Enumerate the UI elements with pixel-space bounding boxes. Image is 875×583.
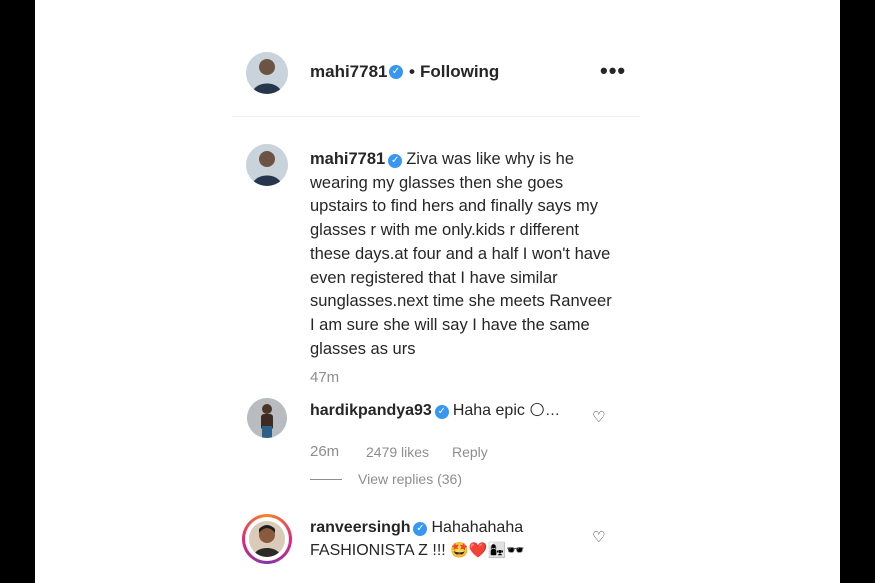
verified-badge-icon: ✓	[389, 65, 403, 79]
comment-username[interactable]: hardikpandya93	[310, 402, 432, 419]
comment-emoji: 🌕…	[529, 402, 560, 419]
comment-ranveersingh: ranveersingh ✓ Hahahahaha FASHIONISTA Z !!…	[310, 516, 580, 562]
comment-likes[interactable]: 2479 likes	[366, 444, 429, 460]
comment-avatar-ranveersingh[interactable]	[249, 521, 285, 557]
person-avatar-icon	[246, 144, 288, 186]
header-avatar[interactable]	[246, 52, 288, 94]
comment-timestamp[interactable]: 26m	[310, 443, 339, 460]
like-comment-heart-icon[interactable]: ♡	[592, 528, 605, 546]
view-replies-button[interactable]: View replies (36)	[358, 471, 462, 487]
header-separator: •	[409, 62, 415, 81]
header-username[interactable]: mahi7781	[310, 62, 388, 82]
header-divider	[232, 116, 640, 117]
right-letterbox	[840, 0, 875, 583]
comment-text: Haha epic	[452, 402, 525, 419]
verified-badge-icon: ✓	[388, 154, 403, 168]
following-button[interactable]: Following	[420, 62, 499, 82]
caption-avatar[interactable]	[246, 144, 288, 186]
verified-badge-icon: ✓	[413, 522, 428, 536]
person-avatar-icon	[246, 52, 288, 94]
person-avatar-icon	[247, 398, 287, 438]
caption-timestamp[interactable]: 47m	[310, 369, 339, 386]
comment-emoji: 🤩❤️👩‍👧🕶️	[450, 542, 525, 559]
comment-avatar-hardikpandya93[interactable]	[247, 398, 287, 438]
like-comment-heart-icon[interactable]: ♡	[592, 408, 605, 426]
person-avatar-icon	[249, 521, 285, 557]
caption-username[interactable]: mahi7781	[310, 150, 385, 168]
comment-reply-button[interactable]: Reply	[452, 444, 488, 460]
caption-text: Ziva was like why is he wearing my glass…	[310, 150, 612, 358]
verified-badge-icon: ✓	[434, 405, 449, 419]
left-letterbox	[0, 0, 35, 583]
comment-username[interactable]: ranveersingh	[310, 519, 410, 536]
view-replies-line	[310, 479, 342, 480]
comment-hardikpandya93: hardikpandya93 ✓ Haha epic 🌕…	[310, 399, 560, 422]
caption-block: mahi7781 ✓ Ziva was like why is he wearing…	[310, 148, 615, 361]
more-options-icon[interactable]: •••	[600, 58, 626, 84]
